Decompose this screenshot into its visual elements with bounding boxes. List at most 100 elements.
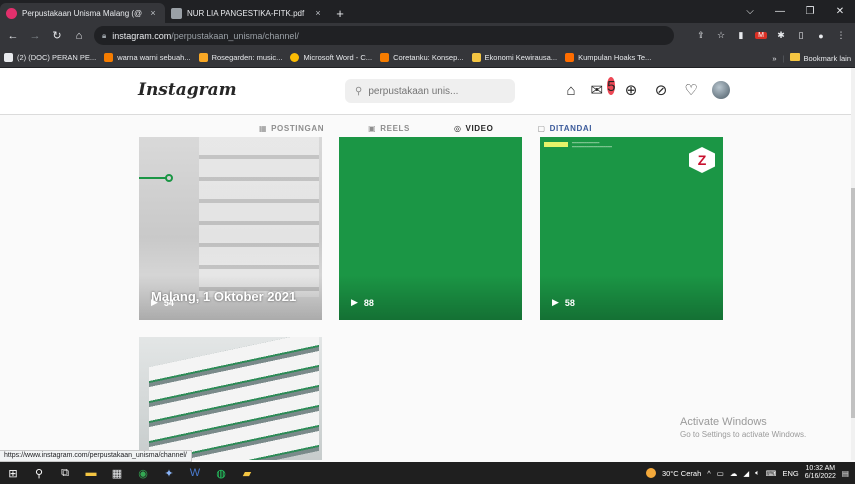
blogger-icon (565, 53, 575, 62)
instagram-logo[interactable]: Instagram (138, 80, 237, 100)
bookmarks-more-icon[interactable]: » (772, 54, 776, 63)
activate-windows-watermark: Activate Windows Go to Settings to activ… (680, 416, 806, 439)
extension-doc-icon[interactable]: ▮ (735, 30, 747, 41)
chrome-icon[interactable]: ◉ (130, 462, 156, 484)
cloud-icon[interactable]: ☁ (730, 469, 738, 478)
tab-close-icon[interactable]: × (312, 8, 324, 18)
weather-text[interactable]: 30°C Cerah (662, 469, 701, 478)
keyboard-icon[interactable]: ⌨ (766, 469, 777, 478)
new-post-icon[interactable]: ⊕ (622, 81, 640, 99)
decor-dot (165, 174, 173, 182)
decor-line (139, 177, 167, 179)
blogger-icon (104, 53, 114, 62)
tab-title: Perpustakaan Unisma Malang (@ (22, 8, 143, 18)
search-box[interactable]: ⚲ (345, 79, 515, 103)
tab-reels[interactable]: ▣ REELS (368, 115, 410, 137)
sidepanel-icon[interactable]: ▯ (795, 30, 807, 41)
tab-ditandai[interactable]: ▢ DITANDAI (537, 115, 592, 137)
time: 10:32 AM (805, 465, 836, 472)
video-post[interactable]: ▶ 88 (339, 137, 522, 320)
close-window-button[interactable]: ✕ (825, 0, 855, 23)
video-post[interactable]: ━━━━━━━━━━━━━ ━━━━━━━━━━━━━━━━━━━ Z ▶ 58 (540, 137, 723, 320)
tagged-icon: ▢ (537, 123, 546, 133)
play-icon: ▶ (351, 297, 358, 307)
bookmark-item[interactable]: Microsoft Word - C... (290, 53, 372, 62)
home-icon[interactable]: ⌂ (70, 27, 88, 45)
store-icon[interactable]: ▦ (104, 462, 130, 484)
task-view-icon[interactable]: ⧉ (52, 462, 78, 484)
avatar (712, 81, 730, 99)
header-logo-strip (544, 142, 568, 147)
whatsapp-icon[interactable]: ◍ (208, 462, 234, 484)
minimize-button[interactable]: — (765, 0, 795, 23)
bookmark-item[interactable]: (2) (DOC) PERAN PE... (4, 53, 96, 62)
profile-avatar-icon[interactable]: ● (815, 31, 827, 41)
new-tab-button[interactable]: + (330, 3, 350, 23)
bookmark-star-icon[interactable]: ☆ (715, 30, 727, 41)
browser-toolbar: ← → ↻ ⌂ 🔒︎ instagram.com /perpustakaan_u… (0, 23, 855, 48)
bookmark-item[interactable]: Kumpulan Hoaks Te... (565, 53, 651, 62)
activity-heart-icon[interactable]: ♡ (682, 81, 700, 99)
maximize-button[interactable]: ❐ (795, 0, 825, 23)
scrollbar-thumb[interactable] (851, 188, 855, 418)
home-icon[interactable]: ⌂ (562, 81, 580, 99)
search-input[interactable] (368, 85, 499, 97)
tray-chevron-icon[interactable]: ^ (707, 469, 711, 478)
video-icon: ◎ (453, 123, 462, 133)
browser-tab-instagram[interactable]: Perpustakaan Unisma Malang (@ × (0, 3, 165, 23)
word-icon[interactable]: W (182, 462, 208, 484)
windows-start-icon[interactable]: ⊞ (0, 462, 26, 484)
notification-center-icon[interactable]: ▤ (842, 469, 849, 478)
header-small-text: ━━━━━━━━━━━━━ ━━━━━━━━━━━━━━━━━━━ (572, 141, 613, 149)
header-nav-icons: ⌂ ✉ 5 ⊕ ⊘ ♡ (562, 77, 730, 99)
page-scrollbar[interactable] (851, 68, 855, 460)
address-bar[interactable]: 🔒︎ instagram.com /perpustakaan_unisma/ch… (94, 26, 674, 45)
menu-kebab-icon[interactable]: ⋮ (835, 30, 847, 41)
extensions-puzzle-icon[interactable]: ✱ (775, 30, 787, 41)
language-indicator[interactable]: ENG (782, 469, 798, 478)
video-post[interactable] (139, 337, 322, 460)
other-bookmarks[interactable]: Bookmark lain (790, 53, 851, 63)
building-image (199, 137, 319, 297)
back-arrow-icon[interactable]: ← (4, 27, 22, 45)
bookmark-item[interactable]: Coretanku: Konsep... (380, 53, 464, 62)
clock[interactable]: 10:32 AM 6/16/2022 (805, 465, 836, 481)
lock-icon: 🔒︎ (102, 30, 107, 40)
explore-compass-icon[interactable]: ⊘ (652, 81, 670, 99)
forward-arrow-icon[interactable]: → (26, 27, 44, 45)
app-icon[interactable]: ✦ (156, 462, 182, 484)
browser-tab-pdf[interactable]: NUR LIA PANGESTIKA-FITK.pdf × (165, 3, 330, 23)
play-icon: ▶ (552, 297, 559, 307)
search-icon[interactable]: ⚲ (26, 462, 52, 484)
messenger-icon[interactable]: ✉ 5 (591, 77, 616, 99)
tab-search-icon[interactable]: ⌵ (735, 0, 765, 23)
folder-icon (790, 53, 801, 61)
file-explorer-icon[interactable]: ▬ (78, 462, 104, 484)
volume-icon[interactable]: 🔈︎ (755, 468, 760, 478)
reload-icon[interactable]: ↻ (48, 27, 66, 45)
bookmark-item[interactable]: warna warni sebuah... (104, 53, 191, 62)
video-post[interactable]: Malang, 1 Oktober 2021 ▶ 54 (139, 137, 322, 320)
wifi-icon[interactable]: ◢ (743, 469, 749, 478)
view-count: ▶ 54 (151, 297, 174, 308)
notes-icon[interactable]: ▰ (234, 462, 260, 484)
activate-title: Activate Windows (680, 416, 767, 428)
browser-tab-strip: Perpustakaan Unisma Malang (@ × NUR LIA … (0, 0, 855, 23)
windows-taskbar: ⊞ ⚲ ⧉ ▬ ▦ ◉ ✦ W ◍ ▰ 30°C Cerah ^ ▭ ☁ ◢ 🔈… (0, 462, 855, 484)
tab-close-icon[interactable]: × (147, 8, 159, 18)
battery-icon[interactable]: ▭ (717, 469, 724, 478)
search-icon: ⚲ (355, 85, 363, 97)
blogger-icon (380, 53, 390, 62)
bookmark-item[interactable]: Rosegarden: music... (198, 53, 282, 62)
toolbar-actions: ⇪ ☆ ▮ M ✱ ▯ ● ⋮ (695, 23, 847, 48)
share-icon[interactable]: ⇪ (695, 30, 707, 41)
bookmarks-bar: (2) (DOC) PERAN PE... warna warni sebuah… (0, 48, 855, 68)
rose-icon (198, 53, 208, 62)
play-icon: ▶ (151, 297, 158, 307)
tab-postingan[interactable]: ▦ POSTINGAN (259, 115, 324, 137)
tab-video[interactable]: ◎ VIDEO (454, 115, 494, 137)
url-path: /perpustakaan_unisma/channel/ (171, 30, 299, 41)
bookmark-item[interactable]: Ekonomi Kewirausa... (471, 53, 557, 62)
profile-avatar[interactable] (712, 81, 730, 99)
extension-red-icon[interactable]: M (755, 32, 767, 39)
